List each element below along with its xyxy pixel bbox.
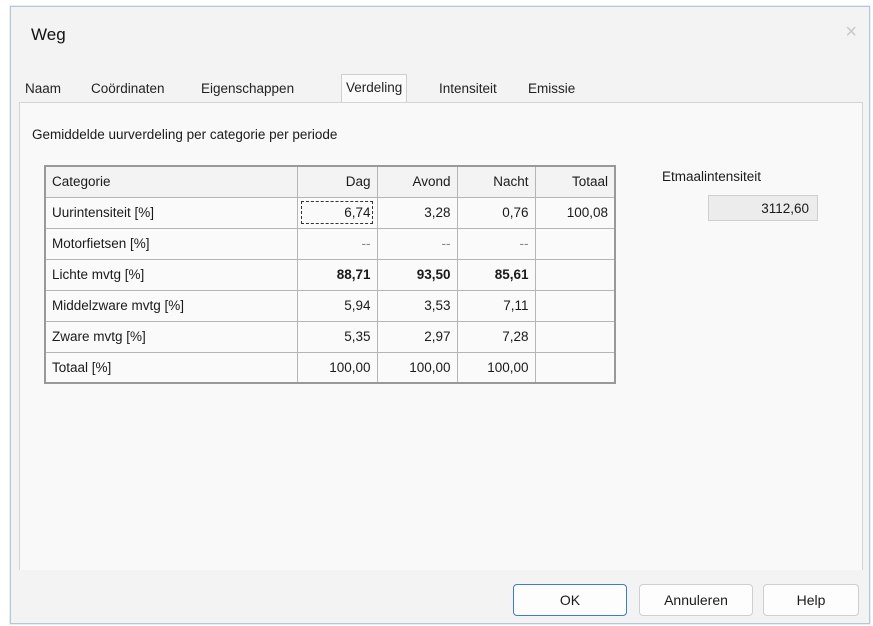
button-bar: OK Annuleren Help [11,570,869,622]
cell-uurintensiteit-nacht[interactable]: 0,76 [456,196,536,229]
close-icon[interactable]: × [845,21,857,44]
grid-row-uurintensiteit: Uurintensiteit [%] 6,74 3,28 0,76 100,08 [44,196,616,229]
cell-middelzware-avond[interactable]: 3,53 [376,289,458,322]
cell-zware-avond[interactable]: 2,97 [376,320,458,353]
cell-totaal-nacht: 100,00 [456,351,536,384]
grid-row-motorfietsen: Motorfietsen [%] -- -- -- [44,227,616,260]
tab-coordinaten[interactable]: Coördinaten [87,77,169,101]
cell-lichte-dag[interactable]: 88,71 [296,258,378,291]
row-label: Middelzware mvtg [%] [44,289,298,322]
cell-motorfietsen-totaal [534,227,616,260]
cell-zware-dag[interactable]: 5,35 [296,320,378,353]
tab-intensiteit[interactable]: Intensiteit [435,77,501,101]
grid-row-middelzware: Middelzware mvtg [%] 5,94 3,53 7,11 [44,289,616,322]
tab-naam[interactable]: Naam [21,77,65,101]
cell-lichte-totaal [534,258,616,291]
ok-button[interactable]: OK [513,584,627,616]
cell-uurintensiteit-totaal: 100,08 [534,196,616,229]
tab-emissie[interactable]: Emissie [524,77,579,101]
grid-row-totaal: Totaal [%] 100,00 100,00 100,00 [44,351,616,384]
cancel-button[interactable]: Annuleren [639,584,753,616]
cell-uurintensiteit-avond[interactable]: 3,28 [376,196,458,229]
grid-header-row: Categorie Dag Avond Nacht Totaal [44,165,616,198]
cell-middelzware-dag[interactable]: 5,94 [296,289,378,322]
grid-row-zware: Zware mvtg [%] 5,35 2,97 7,28 [44,320,616,353]
cell-zware-nacht[interactable]: 7,28 [456,320,536,353]
row-label: Motorfietsen [%] [44,227,298,260]
distribution-grid: Categorie Dag Avond Nacht Totaal Uurinte… [44,165,616,384]
header-totaal[interactable]: Totaal [534,165,616,198]
row-label: Lichte mvtg [%] [44,258,298,291]
row-label: Uurintensiteit [%] [44,196,298,229]
section-label: Gemiddelde uurverdeling per categorie pe… [32,127,338,142]
cell-motorfietsen-nacht[interactable]: -- [456,227,536,260]
header-avond[interactable]: Avond [376,165,458,198]
tab-eigenschappen[interactable]: Eigenschappen [197,77,298,101]
cell-lichte-nacht[interactable]: 85,61 [456,258,536,291]
cell-lichte-avond[interactable]: 93,50 [376,258,458,291]
cell-motorfietsen-dag[interactable]: -- [296,227,378,260]
cell-middelzware-totaal [534,289,616,322]
cell-totaal-avond: 100,00 [376,351,458,384]
window-title: Weg [31,25,66,44]
etmaalintensiteit-field: 3112,60 [708,195,818,221]
etmaalintensiteit-label: Etmaalintensiteit [662,169,762,184]
row-label: Totaal [%] [44,351,298,384]
row-label: Zware mvtg [%] [44,320,298,353]
tab-panel-verdeling: Gemiddelde uurverdeling per categorie pe… [19,102,863,571]
header-dag[interactable]: Dag [296,165,378,198]
grid-row-lichte: Lichte mvtg [%] 88,71 93,50 85,61 [44,258,616,291]
title-bar: Weg × [11,7,869,67]
cell-uurintensiteit-dag[interactable]: 6,74 [296,196,378,229]
header-categorie[interactable]: Categorie [44,165,298,198]
help-button[interactable]: Help [763,584,859,616]
cell-motorfietsen-avond[interactable]: -- [376,227,458,260]
cell-totaal-dag: 100,00 [296,351,378,384]
cell-totaal-totaal [534,351,616,384]
header-nacht[interactable]: Nacht [456,165,536,198]
tab-verdeling[interactable]: Verdeling [341,74,408,103]
cell-zware-totaal [534,320,616,353]
dialog-window: Weg × Naam Coördinaten Eigenschappen Ver… [10,6,870,624]
cell-middelzware-nacht[interactable]: 7,11 [456,289,536,322]
